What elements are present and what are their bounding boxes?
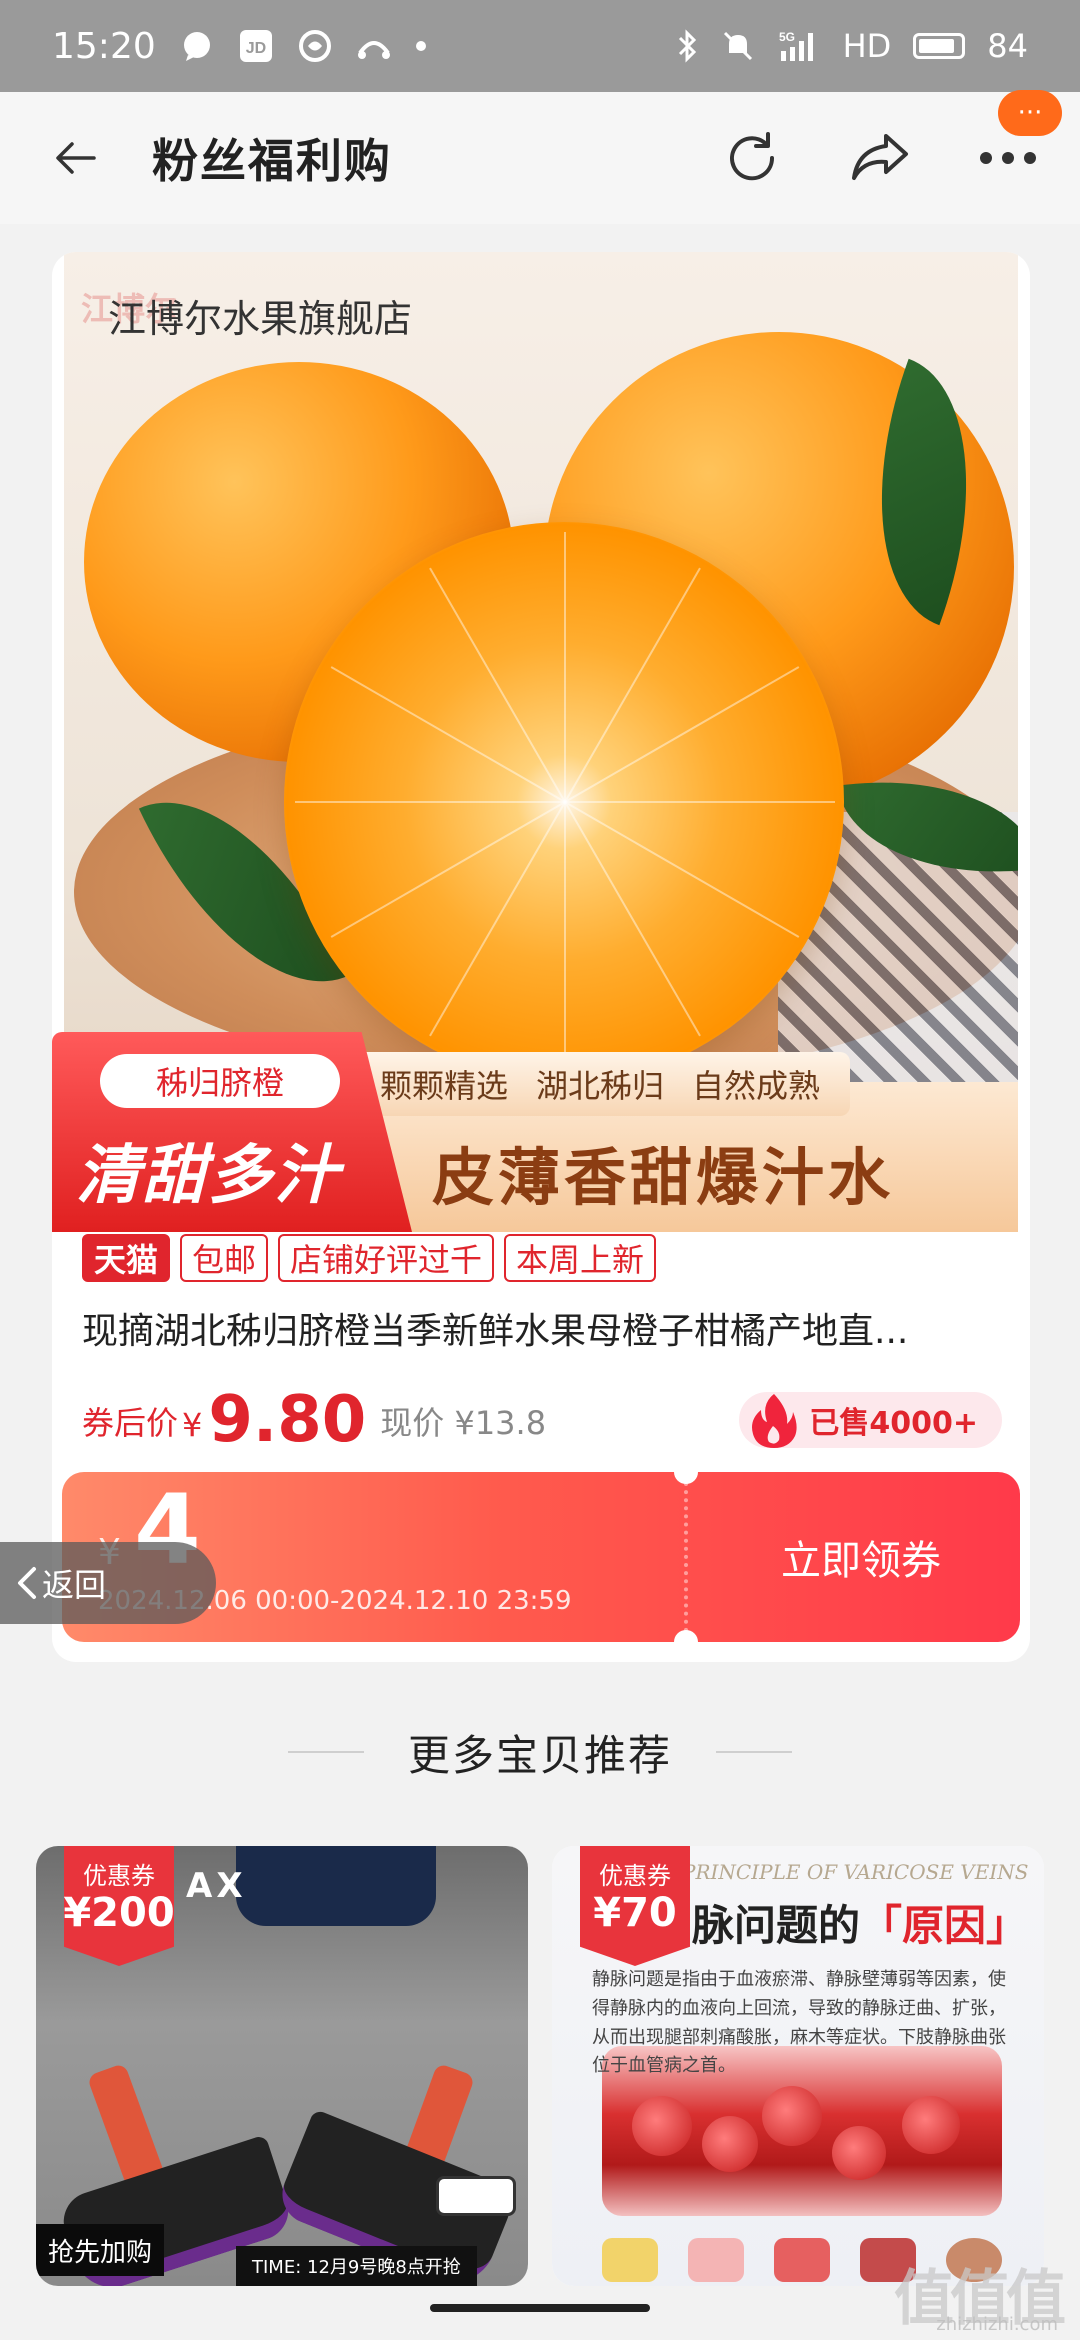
bluetooth-icon: [677, 29, 699, 63]
status-time: 15:20: [52, 25, 156, 67]
banner-variety-tag: 秭归脐橙: [100, 1054, 340, 1108]
page-title: 粉丝福利购: [152, 134, 392, 188]
banner-chip: 湖北秭归: [536, 1067, 665, 1105]
article-title-highlight: 「原因」: [860, 1901, 1029, 1950]
store-name[interactable]: 江博尔水果旗舰店: [108, 288, 412, 343]
recommendation-card[interactable]: PRINCIPLE OF VARICOSE VEINS 脉问题的「原因」 静脉问…: [552, 1846, 1044, 2286]
promo-banner: 颗颗精选 湖北秭归 自然成熟 皮薄香甜爆汁水 秭归脐橙 清甜多汁: [52, 1032, 1018, 1232]
banner-feature-chips: 颗颗精选 湖北秭归 自然成熟: [350, 1052, 851, 1116]
coupon-badge: 优惠券 ¥200: [64, 1846, 174, 1966]
more-dots-icon: [980, 152, 1036, 164]
more-button[interactable]: ···: [972, 90, 1062, 194]
hd-indicator: HD: [842, 27, 892, 65]
flame-icon: [749, 1392, 799, 1448]
hotspot-icon: [356, 31, 392, 61]
coupon-badge: 优惠券 ¥70: [580, 1846, 690, 1966]
price-currency: ¥: [182, 1406, 203, 1444]
share-button[interactable]: [844, 122, 916, 194]
recommendation-card[interactable]: 优惠券 ¥200 AX 抢先加购 TIME: 12月9号晚8点开抢: [36, 1846, 528, 2286]
article-header: PRINCIPLE OF VARICOSE VEINS: [682, 1860, 1029, 1884]
watermark-url: zhizhizhi.com: [936, 2314, 1058, 2335]
claim-coupon-button[interactable]: 立即领券: [702, 1472, 1020, 1642]
svg-text:5G: 5G: [779, 30, 795, 44]
coupon-badge-label: 优惠券: [83, 1862, 155, 1890]
banner-chip: 自然成熟: [692, 1067, 821, 1105]
article-title: 脉问题的「原因」: [692, 1892, 1028, 1953]
product-tags: 天猫 包邮 店铺好评过千 本周上新: [82, 1234, 657, 1282]
notification-badge: ···: [998, 90, 1062, 136]
article-body: 静脉问题是指由于血液瘀滞、静脉壁薄弱等因素，使得静脉内的血液向上回流，导致的静脉…: [592, 1969, 1006, 2077]
signal-icon: 5G: [777, 29, 821, 63]
brand-logo: AX: [186, 1866, 247, 1906]
refresh-button[interactable]: [716, 122, 788, 194]
tag-free-shipping: 包邮: [180, 1234, 269, 1282]
coupon-badge-label: 优惠券: [599, 1862, 671, 1890]
battery-icon: [913, 33, 966, 59]
banner-chip: 颗颗精选: [380, 1067, 509, 1105]
section-title: 更多宝贝推荐: [407, 1730, 672, 1780]
price-label: 券后价: [82, 1404, 179, 1442]
share-icon: [852, 134, 908, 180]
jd-app-icon: JD: [238, 28, 274, 64]
home-indicator[interactable]: [430, 2304, 650, 2312]
mobile-carrier-icon: [298, 29, 332, 63]
grab-first-label: 抢先加购: [36, 2224, 165, 2276]
article-title-prefix: 脉问题的: [692, 1901, 861, 1950]
product-title[interactable]: 现摘湖北秭归脐橙当季新鲜水果母橙子柑橘产地直...: [82, 1302, 1002, 1354]
return-label: 返回: [42, 1566, 107, 1604]
refresh-icon: [730, 132, 775, 181]
tag-new-this-week: 本周上新: [504, 1234, 657, 1282]
divider: [287, 1751, 364, 1753]
notification-dot-icon: [415, 41, 426, 51]
current-price: 现价 ¥13.8: [380, 1404, 547, 1442]
coupon-badge-amount: ¥70: [593, 1890, 677, 1936]
arrow-left-icon: [56, 142, 96, 174]
nav-bar: 粉丝福利购 ···: [0, 90, 1080, 224]
battery-level: 84: [987, 27, 1028, 65]
svg-text:JD: JD: [246, 40, 266, 57]
sale-time-label: TIME: 12月9号晚8点开抢: [236, 2246, 477, 2286]
mute-bell-icon: [721, 29, 755, 63]
status-bar: 15:20 JD 5G HD 84: [0, 0, 1080, 92]
banner-headline: 清甜多汁: [76, 1139, 340, 1213]
orange-slice: [284, 522, 844, 1082]
message-icon: [180, 29, 214, 63]
banner-slogan: 皮薄香甜爆汁水: [432, 1141, 895, 1214]
sold-count: 已售4000+: [809, 1406, 978, 1441]
chevron-left-icon: [18, 1567, 36, 1599]
divider: [716, 1751, 792, 1753]
price-row: 券后价 ¥ 9.80 现价 ¥13.8 已售4000+: [82, 1372, 1002, 1452]
coupon-divider: [684, 1482, 688, 1632]
coupon-badge-amount: ¥200: [63, 1890, 175, 1936]
section-header: 更多宝贝推荐: [0, 1712, 1080, 1792]
tag-good-reviews: 店铺好评过千: [278, 1234, 495, 1282]
final-price: 9.80: [208, 1383, 367, 1457]
return-button[interactable]: 返回: [0, 1542, 216, 1624]
tag-tmall: 天猫: [82, 1234, 171, 1282]
sold-count-badge: 已售4000+: [739, 1392, 1002, 1448]
product-card[interactable]: 江博尔 江博尔水果旗舰店 颗颗精选 湖北秭归 自然成熟 皮薄香甜爆汁水 秭归脐橙…: [52, 252, 1030, 1662]
back-button[interactable]: [40, 122, 112, 194]
